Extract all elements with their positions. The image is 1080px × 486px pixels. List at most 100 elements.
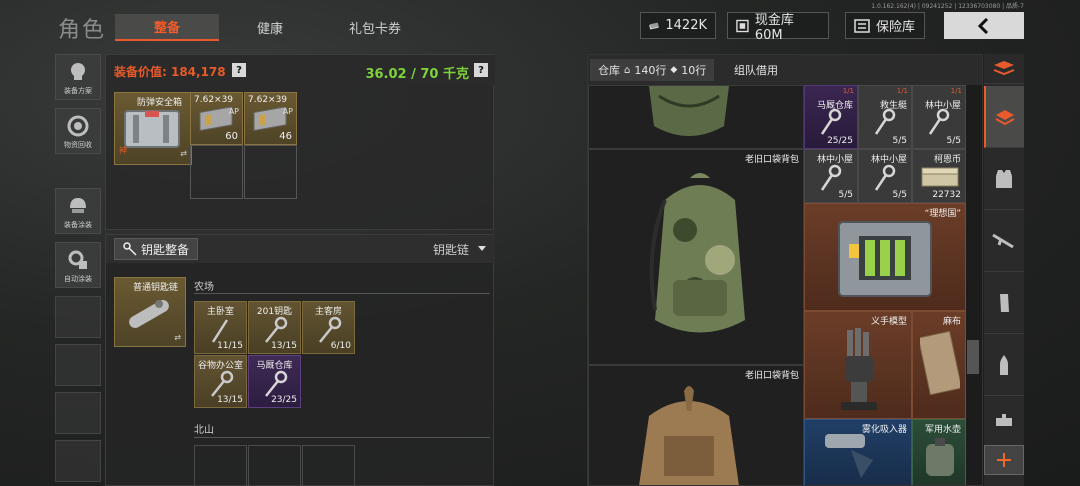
key-icon [874,108,896,135]
sidebar-label: 装备涂装 [64,221,92,229]
item-fraction: 1/1 [842,87,854,95]
currency-display[interactable]: 1422K [640,12,716,39]
sidebar-item-loadout[interactable]: 装备方案 [55,54,101,100]
tab-health[interactable]: 健康 [240,14,300,41]
area-label-north-hill: 北山 [194,425,214,436]
key-item[interactable]: 主卧室 11/15 [194,301,247,354]
back-button[interactable] [944,12,1024,39]
storage-tabs: 仓库 ⌂ 140行 ◆ 10行 组队借用 [588,55,982,85]
storage-tab-label: 仓库 [598,64,620,77]
tab-gift-cards[interactable]: 礼包卡券 [335,14,415,41]
key-count: 11/15 [217,341,243,351]
bullet-icon [1000,354,1008,375]
ideal-case-item[interactable]: “理想国” [804,203,966,311]
item-count: 5/5 [946,136,961,146]
category-ammo[interactable] [984,334,1024,396]
value-help-button[interactable]: ? [232,63,246,77]
linen-item[interactable]: 麻布 [912,311,966,419]
cabin-key-item[interactable]: 1/1 林中小屋 5/5 [912,85,966,149]
backpack-item[interactable]: 老旧口袋背包 [588,365,804,485]
inhaler-icon [825,434,873,478]
key-item[interactable]: 201钥匙 13/15 [248,301,301,354]
backpack-icon [649,86,729,136]
tab-team-borrow[interactable]: 组队借用 [726,59,786,81]
insurance-store-button[interactable]: 保险库 [845,12,925,39]
empty-slot[interactable] [244,145,297,199]
key-count: 23/25 [271,395,297,405]
tab-equip[interactable]: 整备 [115,14,219,41]
empty-key-slot[interactable] [194,445,247,486]
cash-icon [649,22,659,30]
key-count: 13/15 [271,341,297,351]
magazine-icon [1000,293,1009,312]
canteen-item[interactable]: 军用水壶 [912,419,966,485]
weight-help-button[interactable]: ? [474,63,488,77]
lifeboat-key-item[interactable]: 1/1 救生艇 5/5 [858,85,912,149]
keychain-label: 钥匙链 [432,243,469,257]
area-label-farm: 农场 [194,282,214,293]
sidebar-item-paint[interactable]: 装备涂装 [55,188,101,234]
divider [194,437,490,438]
key-icon [928,108,950,135]
empty-key-slot[interactable] [248,445,301,486]
page-title: 角色 [58,18,107,43]
item-fraction: 1/1 [950,87,962,95]
keychain-icon [129,300,169,328]
keychain-item[interactable]: 普通钥匙链 ⇄ [114,277,186,347]
item-tier: 神 [119,146,127,155]
empty-key-slot[interactable] [302,445,355,486]
vault-icon [854,18,870,33]
ammo-item[interactable]: 7.62×39 AP 60 [190,92,243,145]
ammo-item[interactable]: 7.62×39 AP 46 [244,92,297,145]
item-count: 60 [225,131,238,142]
category-all[interactable] [984,86,1024,148]
storage-scrollbar[interactable] [967,340,979,374]
key-arrange-button[interactable]: 钥匙整备 [114,238,199,260]
item-name: 麻布 [942,317,961,327]
inhaler-item[interactable]: 雾化吸入器 [804,419,912,485]
scope-icon [996,413,1012,426]
empty-slot[interactable] [190,145,243,199]
category-weapons[interactable] [984,210,1024,272]
key-item[interactable]: 马厩仓库 23/25 [248,355,301,408]
tab-storage[interactable]: 仓库 ⌂ 140行 ◆ 10行 [590,59,715,81]
backpack-item-top[interactable] [588,85,804,149]
safe-icon [736,19,749,32]
cabin-key-item[interactable]: 林中小屋 5/5 [858,149,912,203]
sort-button[interactable] [984,54,1024,84]
swap-icon: ⇄ [174,333,181,342]
item-name: 7.62×39 [194,95,234,105]
vest-icon [996,169,1012,188]
layers-icon [995,109,1015,125]
mechanical-hand-icon [841,328,877,410]
category-magazines[interactable] [984,272,1024,334]
item-count: 22732 [932,190,961,200]
item-count: 5/5 [838,190,853,200]
backpack-item[interactable]: 老旧口袋背包 [588,149,804,365]
safe-box-icon [124,110,180,148]
add-storage-button[interactable]: + [984,445,1024,475]
stable-key-item[interactable]: 1/1 马厩仓库 25/25 [804,85,858,149]
koen-coin-item[interactable]: 柯恩币 22732 [912,149,966,203]
key-panel: 钥匙整备 钥匙链 普通钥匙链 ⇄ 农场 主卧室 11/15 201钥匙 13/1… [105,234,495,486]
category-armor[interactable] [984,148,1024,210]
prosthetic-model-item[interactable]: 义手模型 [804,311,912,419]
storage-panel: 仓库 ⌂ 140行 ◆ 10行 组队借用 老旧口袋背包 老旧口袋背包 1/1 马… [587,54,983,486]
chevron-down-icon[interactable] [477,245,487,253]
category-attachments[interactable] [984,396,1024,446]
rifle-icon [992,233,1014,248]
safe-box-item[interactable]: 防弹安全箱 神 ⇄ [114,92,192,165]
key-item[interactable]: 主客房 6/10 [302,301,355,354]
right-category-bar [984,54,1024,486]
cash-store-button[interactable]: 现金库 60M [727,12,829,43]
sidebar-empty-slot [55,440,101,482]
auto-paint-icon [68,250,87,269]
weight-label: 36.02 / 70 千克 [365,67,469,82]
recycle-icon [67,115,89,137]
key-item[interactable]: 谷物办公室 13/15 [194,355,247,408]
sidebar-item-auto-paint[interactable]: 自动涂装 [55,242,101,288]
cabin-key-item[interactable]: 林中小屋 5/5 [804,149,858,203]
fabric-icon [920,330,960,396]
sidebar-item-recycle[interactable]: 物资回收 [55,108,101,154]
team-tab-label: 组队借用 [734,64,778,77]
